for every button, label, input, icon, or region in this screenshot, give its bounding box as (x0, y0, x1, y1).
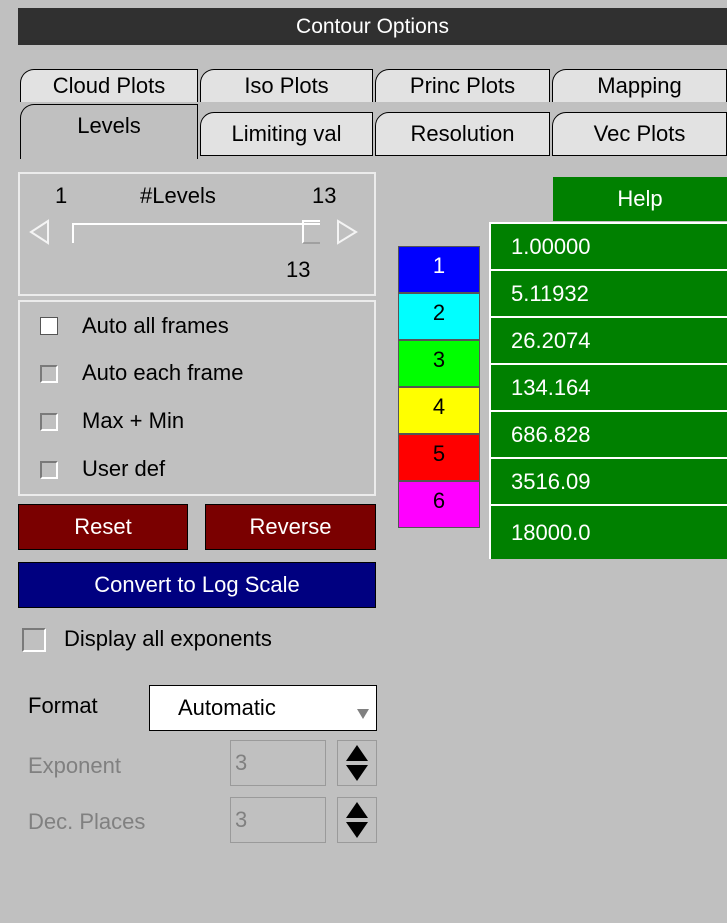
up-down-arrows-icon (346, 802, 368, 838)
color-band-4[interactable]: 4 (398, 387, 480, 434)
level-value-4[interactable]: 134.164 (489, 363, 727, 410)
slider-min-label: 1 (55, 183, 68, 208)
format-dropdown-value: Automatic (178, 695, 276, 720)
color-band-1[interactable]: 1 (398, 246, 480, 293)
user-def-label: User def (82, 456, 166, 481)
tab-princ-plots[interactable]: Princ Plots (375, 69, 550, 102)
tab-cloud-plots[interactable]: Cloud Plots (20, 69, 198, 102)
tab-limiting-val[interactable]: Limiting val (200, 112, 373, 156)
reset-button[interactable]: Reset (18, 504, 188, 550)
help-button[interactable]: Help (553, 177, 727, 221)
exponent-label: Exponent (28, 753, 121, 778)
tab-mapping[interactable]: Mapping (552, 69, 727, 102)
slider-right-arrow-icon[interactable] (334, 218, 360, 246)
levels-slider-track[interactable] (72, 221, 322, 245)
max-min-label: Max + Min (82, 408, 185, 433)
display-exponents-label: Display all exponents (64, 626, 272, 651)
color-band-5[interactable]: 5 (398, 434, 480, 481)
tab-levels[interactable]: Levels (20, 104, 198, 159)
dec-places-label: Dec. Places (28, 809, 146, 834)
format-dropdown[interactable]: Automatic (149, 685, 377, 731)
color-band-2[interactable]: 2 (398, 293, 480, 340)
reverse-button[interactable]: Reverse (205, 504, 376, 550)
dec-places-stepper[interactable] (337, 797, 377, 843)
level-value-3[interactable]: 26.2074 (489, 316, 727, 363)
auto-each-frame-checkbox[interactable] (40, 365, 58, 383)
window-title: Contour Options (18, 8, 727, 45)
up-down-arrows-icon (346, 745, 368, 781)
chevron-down-icon (357, 709, 369, 719)
max-min-checkbox[interactable] (40, 413, 58, 431)
color-band-6[interactable]: 6 (398, 481, 480, 528)
user-def-checkbox[interactable] (40, 461, 58, 479)
auto-all-frames-label: Auto all frames (82, 313, 229, 338)
level-value-5[interactable]: 686.828 (489, 410, 727, 457)
color-band-3[interactable]: 3 (398, 340, 480, 387)
display-exponents-checkbox[interactable] (22, 628, 46, 652)
levels-slider-thumb[interactable] (302, 219, 322, 245)
exponent-stepper[interactable] (337, 740, 377, 786)
slider-value: 13 (286, 257, 311, 282)
slider-left-arrow-icon[interactable] (28, 218, 52, 246)
level-value-6[interactable]: 3516.09 (489, 457, 727, 504)
tab-iso-plots[interactable]: Iso Plots (200, 69, 373, 102)
auto-each-frame-label: Auto each frame (82, 360, 244, 385)
tab-resolution[interactable]: Resolution (375, 112, 550, 156)
auto-all-frames-checkbox[interactable] (40, 317, 58, 335)
convert-log-scale-button[interactable]: Convert to Log Scale (18, 562, 376, 608)
exponent-field[interactable]: 3 (230, 740, 326, 786)
slider-max-label: 13 (312, 183, 337, 208)
dec-places-field[interactable]: 3 (230, 797, 326, 843)
level-value-2[interactable]: 5.11932 (489, 269, 727, 316)
tab-vec-plots[interactable]: Vec Plots (552, 112, 727, 156)
level-value-1[interactable]: 1.00000 (489, 222, 727, 269)
slider-title: #Levels (140, 183, 216, 208)
level-value-7[interactable]: 18000.0 (489, 504, 727, 559)
format-label: Format (28, 693, 98, 718)
